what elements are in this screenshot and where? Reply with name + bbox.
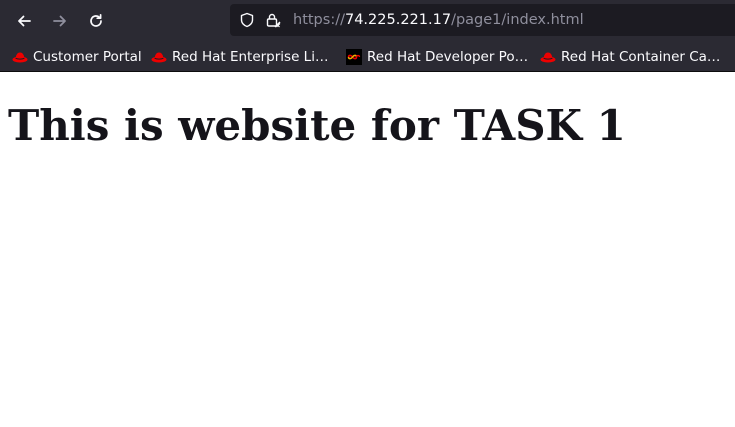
bookmark-redhat-developer-portal[interactable]: Red Hat Developer Por… [346, 42, 530, 71]
url-host: 74.225.221.17 [344, 12, 452, 28]
tracking-protection-shield-icon[interactable] [239, 12, 255, 28]
url-bar[interactable]: https://74.225.221.17/page1/index.html [230, 4, 735, 36]
bookmark-label: Red Hat Enterprise Lin… [172, 48, 333, 65]
url-path: /page1/index.html [451, 12, 584, 28]
bookmark-customer-portal[interactable]: Customer Portal [12, 42, 142, 71]
insecure-lock-icon[interactable] [265, 12, 281, 28]
bookmark-redhat-container-catalog[interactable]: Red Hat Container Cat… [540, 42, 725, 71]
url-text[interactable]: https://74.225.221.17/page1/index.html [293, 4, 584, 36]
bookmarks-toolbar: Customer Portal Red Hat Enterprise Lin… … [0, 42, 735, 72]
redhat-fedora-icon [540, 52, 556, 62]
reload-button[interactable] [83, 8, 109, 34]
bookmark-label: Customer Portal [33, 48, 142, 65]
redhat-fedora-icon [12, 52, 28, 62]
bookmark-label: Red Hat Container Cat… [561, 48, 725, 65]
redhat-fedora-icon [151, 52, 167, 62]
reload-icon [90, 13, 102, 27]
arrow-left-icon [18, 15, 31, 27]
bookmark-redhat-enterprise-linux[interactable]: Red Hat Enterprise Lin… [151, 42, 333, 71]
bookmark-label: Red Hat Developer Por… [367, 48, 530, 65]
forward-button[interactable] [47, 8, 73, 34]
page-heading: This is website for TASK 1 [8, 101, 626, 150]
browser-toolbar: https://74.225.221.17/page1/index.html [0, 0, 735, 42]
arrow-right-icon [53, 15, 66, 27]
page-content: This is website for TASK 1 [0, 72, 735, 427]
back-button[interactable] [11, 8, 37, 34]
redhat-developer-icon [346, 48, 362, 65]
url-scheme: https:// [293, 12, 345, 28]
